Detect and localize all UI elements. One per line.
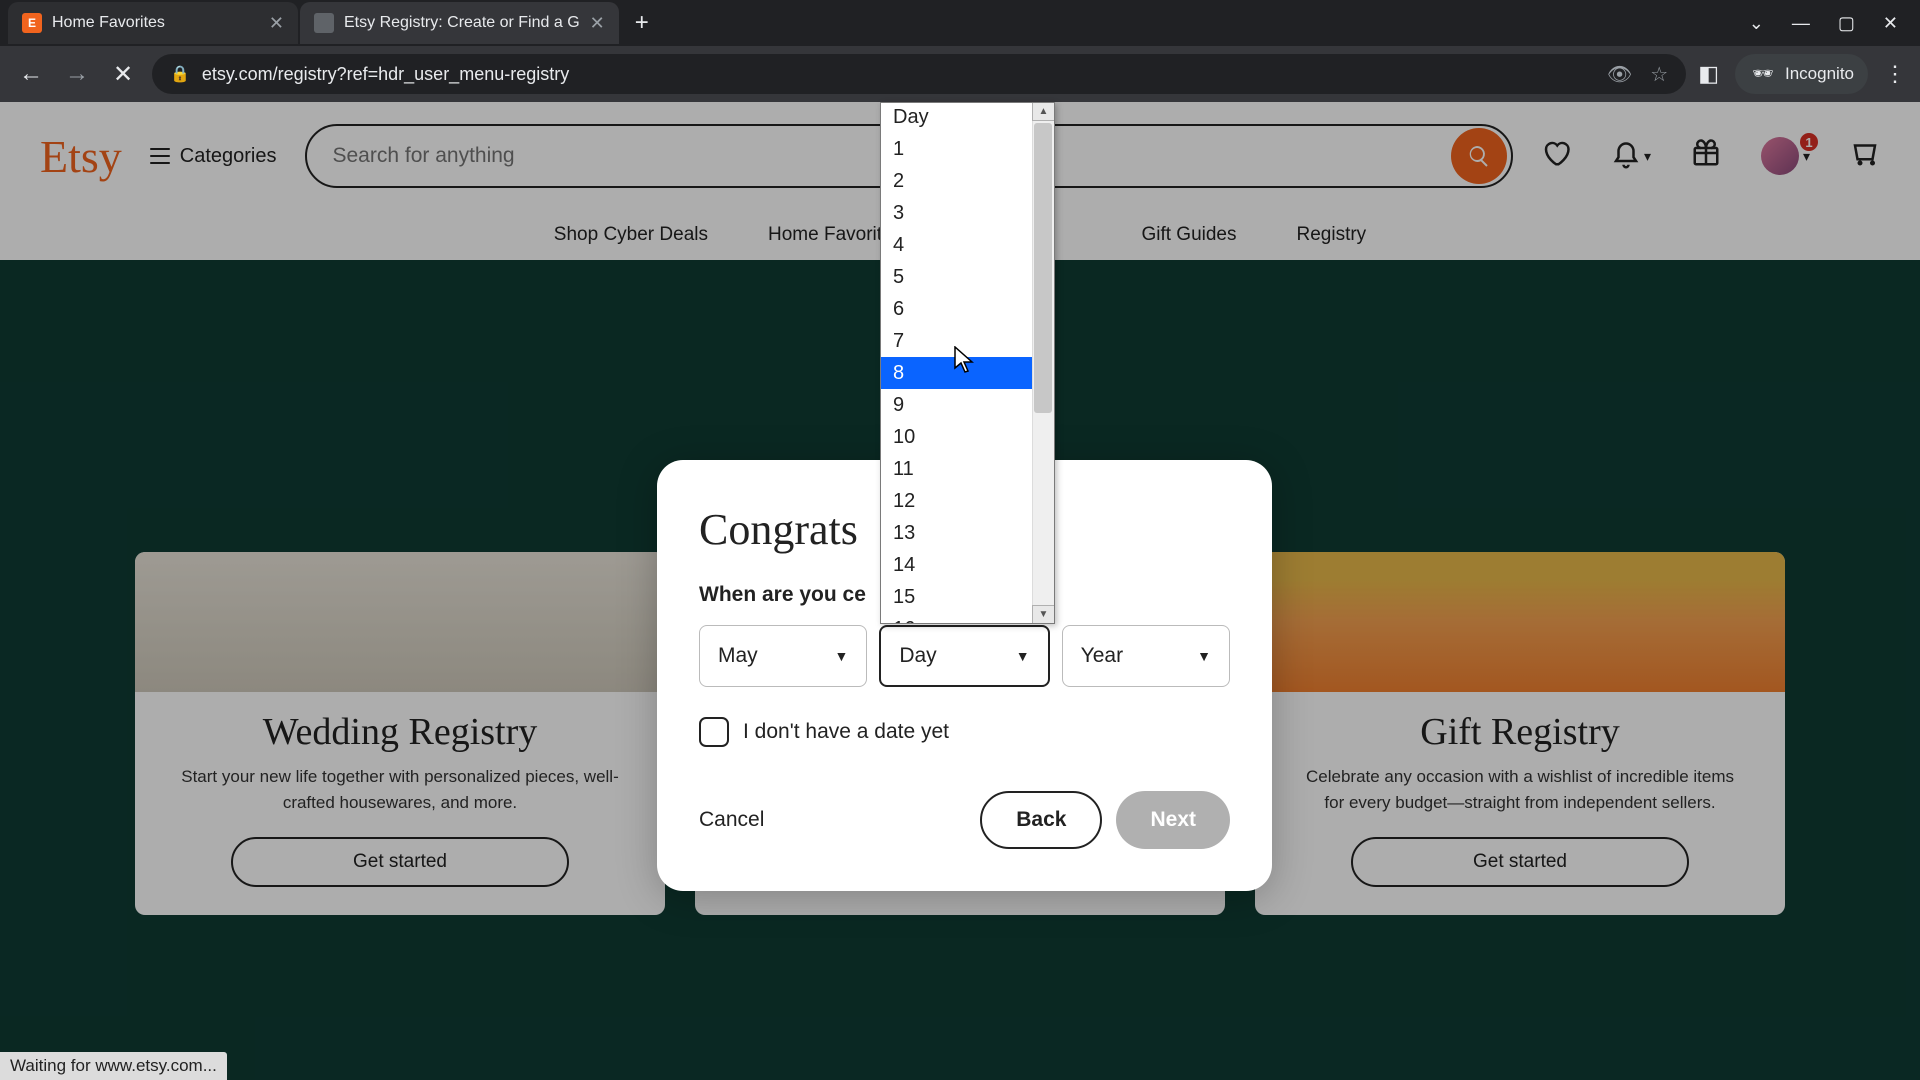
chevron-down-icon: ▾ bbox=[1644, 148, 1651, 165]
close-window-button[interactable]: ✕ bbox=[1883, 13, 1898, 34]
tab-close-icon[interactable]: ✕ bbox=[590, 13, 605, 34]
cancel-button[interactable]: Cancel bbox=[699, 808, 764, 832]
scroll-up-arrow[interactable]: ▲ bbox=[1032, 103, 1054, 121]
next-button[interactable]: Next bbox=[1116, 791, 1230, 849]
dropdown-header[interactable]: Day bbox=[881, 103, 1054, 133]
hamburger-icon bbox=[150, 148, 170, 164]
cart-icon[interactable] bbox=[1850, 138, 1880, 175]
incognito-label: Incognito bbox=[1785, 64, 1854, 84]
dropdown-option[interactable]: 12 bbox=[881, 485, 1054, 517]
nav-registry[interactable]: Registry bbox=[1297, 224, 1367, 246]
dropdown-option[interactable]: 11 bbox=[881, 453, 1054, 485]
forward-button[interactable]: → bbox=[60, 60, 94, 88]
card-title: Gift Registry bbox=[1255, 710, 1785, 754]
nav-shop-deals[interactable]: Shop Cyber Deals bbox=[554, 224, 708, 246]
caret-down-icon: ▼ bbox=[1197, 648, 1211, 664]
dropdown-option[interactable]: 13 bbox=[881, 517, 1054, 549]
header-icons: ▾ 1 ▾ bbox=[1541, 137, 1880, 175]
month-select[interactable]: May ▼ bbox=[699, 625, 867, 687]
day-select[interactable]: Day ▼ bbox=[879, 625, 1049, 687]
search-icon bbox=[1467, 144, 1491, 168]
dropdown-option[interactable]: 5 bbox=[881, 261, 1054, 293]
dropdown-option[interactable]: 7 bbox=[881, 325, 1054, 357]
browser-toolbar: ← → ✕ 🔒 etsy.com/registry?ref=hdr_user_m… bbox=[0, 46, 1920, 102]
account-menu[interactable]: 1 ▾ bbox=[1761, 137, 1810, 175]
window-controls: ⌄ — ▢ ✕ bbox=[1749, 13, 1920, 34]
dropdown-option[interactable]: 9 bbox=[881, 389, 1054, 421]
incognito-icon: 🕶 bbox=[1749, 60, 1777, 88]
dropdown-option[interactable]: 1 bbox=[881, 133, 1054, 165]
tab-bar: E Home Favorites ✕ Etsy Registry: Create… bbox=[0, 0, 1920, 46]
etsy-favicon: E bbox=[22, 13, 42, 33]
back-button[interactable]: Back bbox=[980, 791, 1102, 849]
year-value: Year bbox=[1081, 644, 1123, 668]
stop-button[interactable]: ✕ bbox=[106, 60, 140, 89]
nav-gift-guides[interactable]: Gift Guides bbox=[1141, 224, 1236, 246]
categories-label: Categories bbox=[180, 145, 277, 168]
tab-title: Home Favorites bbox=[52, 14, 259, 32]
card-image bbox=[135, 552, 665, 692]
panel-icon[interactable]: ◧ bbox=[1698, 61, 1719, 87]
tab-close-icon[interactable]: ✕ bbox=[269, 13, 284, 34]
tab-title: Etsy Registry: Create or Find a G bbox=[344, 14, 580, 32]
caret-down-icon: ▼ bbox=[1016, 648, 1030, 664]
search-button[interactable] bbox=[1451, 128, 1507, 184]
gift-registry-card: Gift Registry Celebrate any occasion wit… bbox=[1255, 552, 1785, 915]
tab-etsy-registry[interactable]: Etsy Registry: Create or Find a G ✕ bbox=[300, 2, 619, 44]
dropdown-option[interactable]: 8 bbox=[881, 357, 1054, 389]
dropdown-option[interactable]: 10 bbox=[881, 421, 1054, 453]
dropdown-option[interactable]: 14 bbox=[881, 549, 1054, 581]
url-text: etsy.com/registry?ref=hdr_user_menu-regi… bbox=[202, 64, 1595, 85]
categories-button[interactable]: Categories bbox=[150, 145, 277, 168]
dropdown-list: Day123456789101112131415161718 bbox=[881, 103, 1054, 623]
card-desc: Start your new life together with person… bbox=[135, 764, 665, 815]
card-desc: Celebrate any occasion with a wishlist o… bbox=[1255, 764, 1785, 815]
date-selects: May ▼ Day ▼ Year ▼ bbox=[699, 625, 1230, 687]
wedding-registry-card: Wedding Registry Start your new life tog… bbox=[135, 552, 665, 915]
status-bar: Waiting for www.etsy.com... bbox=[0, 1052, 227, 1080]
no-date-row: I don't have a date yet bbox=[699, 717, 1230, 747]
page-viewport: Etsy Categories ▾ 1 ▾ bbox=[0, 102, 1920, 1080]
dropdown-option[interactable]: 15 bbox=[881, 581, 1054, 613]
modal-actions: Cancel Back Next bbox=[699, 791, 1230, 849]
kebab-menu-icon[interactable]: ⋮ bbox=[1884, 61, 1906, 87]
incognito-badge[interactable]: 🕶 Incognito bbox=[1735, 54, 1868, 94]
day-value: Day bbox=[899, 644, 936, 668]
caret-down-icon: ▼ bbox=[834, 648, 848, 664]
card-title: Wedding Registry bbox=[135, 710, 665, 754]
month-value: May bbox=[718, 644, 758, 668]
dropdown-option[interactable]: 6 bbox=[881, 293, 1054, 325]
tab-overflow-icon[interactable]: ⌄ bbox=[1749, 13, 1764, 34]
lock-icon: 🔒 bbox=[170, 64, 190, 84]
scrollbar-thumb[interactable] bbox=[1034, 123, 1052, 413]
favorites-icon[interactable] bbox=[1541, 138, 1571, 175]
day-dropdown-popup[interactable]: ▲ Day123456789101112131415161718 ▼ bbox=[880, 102, 1055, 624]
notifications-button[interactable]: ▾ bbox=[1611, 141, 1651, 171]
star-icon[interactable]: ☆ bbox=[1650, 62, 1668, 87]
gift-icon[interactable] bbox=[1691, 138, 1721, 175]
etsy-logo[interactable]: Etsy bbox=[40, 130, 122, 183]
minimize-button[interactable]: — bbox=[1792, 13, 1810, 34]
maximize-button[interactable]: ▢ bbox=[1838, 13, 1855, 34]
dropdown-option[interactable]: 16 bbox=[881, 613, 1054, 623]
dropdown-option[interactable]: 2 bbox=[881, 165, 1054, 197]
dropdown-option[interactable]: 3 bbox=[881, 197, 1054, 229]
browser-chrome: E Home Favorites ✕ Etsy Registry: Create… bbox=[0, 0, 1920, 102]
year-select[interactable]: Year ▼ bbox=[1062, 625, 1230, 687]
loading-favicon bbox=[314, 13, 334, 33]
address-bar[interactable]: 🔒 etsy.com/registry?ref=hdr_user_menu-re… bbox=[152, 54, 1686, 94]
no-date-label: I don't have a date yet bbox=[743, 720, 949, 744]
scroll-down-arrow[interactable]: ▼ bbox=[1032, 605, 1054, 623]
dropdown-option[interactable]: 4 bbox=[881, 229, 1054, 261]
get-started-button[interactable]: Get started bbox=[231, 837, 569, 887]
avatar bbox=[1761, 137, 1799, 175]
card-image bbox=[1255, 552, 1785, 692]
tab-home-favorites[interactable]: E Home Favorites ✕ bbox=[8, 2, 298, 44]
eye-blocked-icon[interactable]: 👁 bbox=[1607, 62, 1632, 87]
back-button[interactable]: ← bbox=[14, 60, 48, 88]
no-date-checkbox[interactable] bbox=[699, 717, 729, 747]
get-started-button[interactable]: Get started bbox=[1351, 837, 1689, 887]
new-tab-button[interactable]: + bbox=[621, 9, 663, 37]
notification-badge: 1 bbox=[1798, 131, 1820, 153]
